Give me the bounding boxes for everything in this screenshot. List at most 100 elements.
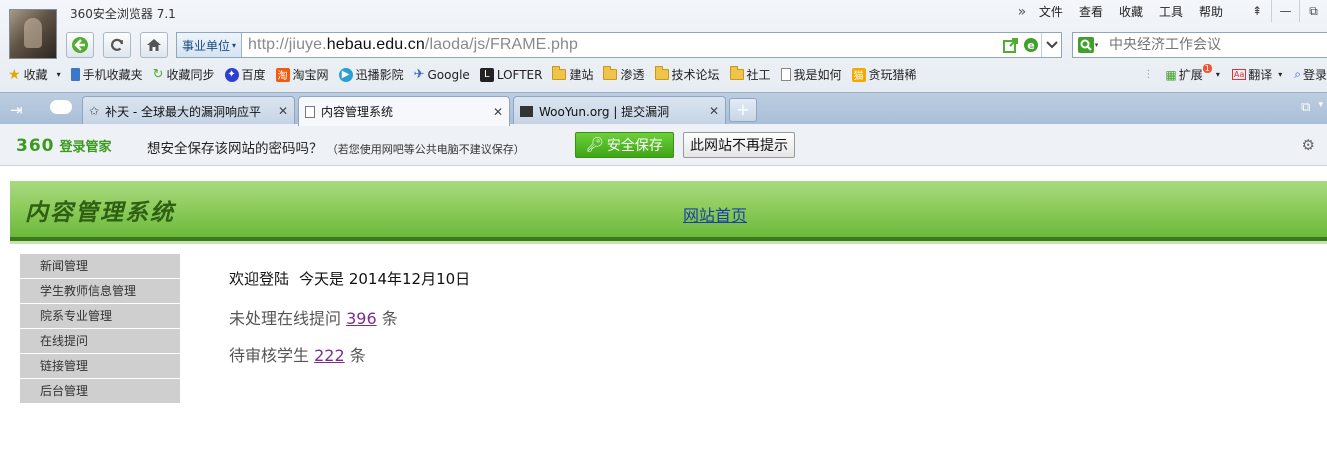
translate-button[interactable]: Aa 翻译 ▾ [1231, 66, 1282, 83]
login-search-icon: ⌕ [1294, 67, 1301, 81]
bookmark-folder-shentou[interactable]: 渗透 [603, 66, 645, 83]
close-icon[interactable]: ✕ [493, 105, 503, 119]
unit-label: 条 [381, 309, 398, 328]
menu-file[interactable]: 文件 [1031, 4, 1071, 20]
browser-chrome: 360安全浏览器 7.1 » 文件 查看 收藏 工具 帮助 ⇞ — ⧉ 事业单位… [0, 0, 1327, 126]
minimize-button[interactable]: — [1271, 0, 1299, 22]
login-button[interactable]: ⌕ 登录 [1294, 66, 1327, 83]
url-path: /laoda/js/FRAME.php [424, 36, 578, 53]
search-input[interactable] [1103, 37, 1303, 53]
menu-item-departments[interactable]: 院系专业管理 [20, 304, 180, 328]
bookmark-folder-jianzhan[interactable]: 建站 [552, 66, 593, 83]
refresh-button[interactable] [103, 32, 131, 58]
close-icon[interactable]: ✕ [278, 104, 288, 118]
extensions-label: 扩展 [1178, 68, 1203, 82]
tab-list-icon[interactable]: ⧉ [1301, 100, 1310, 115]
extensions-button[interactable]: ▦ 扩展 1 ▾ [1165, 64, 1220, 83]
window-controls: ⇞ — ⧉ [1243, 0, 1327, 22]
bookmark-lofter[interactable]: L LOFTER [479, 67, 542, 82]
welcome-text: 欢迎登陆 [229, 270, 290, 288]
page-icon [305, 105, 315, 118]
star-outline-icon: ✩ [89, 104, 100, 118]
user-avatar[interactable] [9, 9, 57, 59]
bookmark-google[interactable]: ✈ Google [414, 67, 470, 82]
arrow-left-icon [72, 37, 88, 53]
search-box[interactable]: ▾ [1072, 32, 1327, 58]
pending-questions-line: 未处理在线提问 396 条 [229, 305, 398, 329]
url-text[interactable]: http://jiuye.hebau.edu.cn/laoda/js/FRAME… [242, 36, 1003, 54]
menu-item-students-teachers[interactable]: 学生教师信息管理 [20, 279, 180, 303]
chevron-down-icon[interactable]: ▾ [1318, 100, 1323, 115]
sidebar-toggle-icon[interactable]: ⇥ [10, 101, 23, 119]
menu-bar: » 文件 查看 收藏 工具 帮助 [1013, 4, 1231, 20]
bookmark-label: 社工 [746, 68, 771, 82]
menu-favorites[interactable]: 收藏 [1111, 4, 1151, 20]
caret-down-icon: ▾ [1094, 41, 1099, 49]
site-type-label: 事业单位 [182, 38, 231, 53]
bookmark-sync[interactable]: ↻ 收藏同步 [153, 66, 215, 83]
bookmark-folder-shegong[interactable]: 社工 [729, 66, 771, 83]
pending-students-count[interactable]: 222 [314, 346, 345, 365]
bookmark-xunbo[interactable]: ▶ 迅播影院 [338, 66, 404, 83]
welcome-line: 欢迎登陆 今天是 2014年12月10日 [229, 268, 470, 289]
menu-help[interactable]: 帮助 [1191, 4, 1231, 20]
new-tab-button[interactable]: + [729, 98, 757, 122]
menu-tools[interactable]: 工具 [1151, 4, 1191, 20]
bookmark-label: 收藏同步 [166, 68, 215, 82]
bookmark-page[interactable]: 我是如何 [780, 66, 842, 83]
restore-button[interactable]: ⧉ [1299, 0, 1327, 22]
address-bar[interactable]: 事业单位 ▾ http://jiuye.hebau.edu.cn/laoda/j… [176, 32, 1062, 58]
bookmark-game[interactable]: 猫 贪玩猎稀 [851, 66, 917, 83]
menu-item-links[interactable]: 链接管理 [20, 354, 180, 378]
tab-butian[interactable]: ✩ 补天 - 全球最大的漏洞响应平 ✕ [82, 96, 295, 125]
search-engine-selector[interactable]: ▾ [1073, 37, 1103, 53]
save-password-button[interactable]: 🔑︎ 安全保存 [575, 132, 674, 158]
translate-label: 翻译 [1248, 68, 1273, 82]
menu-overflow-icon[interactable]: » [1013, 4, 1031, 20]
home-link[interactable]: 网站首页 [683, 202, 747, 226]
close-icon[interactable]: ✕ [709, 104, 719, 118]
address-dropdown-button[interactable] [1041, 33, 1061, 57]
extensions-badge: 1 [1202, 64, 1212, 73]
menu-view[interactable]: 查看 [1071, 4, 1111, 20]
key-icon: 🔑︎ [586, 137, 604, 153]
sync-icon: ↻ [152, 67, 164, 82]
tab-label: 内容管理系统 [321, 105, 394, 119]
ie-compat-icon[interactable]: e [1023, 37, 1039, 53]
bookmark-label: 手机收藏夹 [82, 68, 143, 82]
bookmark-favorites[interactable]: ★ 收藏 ▾ [8, 66, 61, 83]
bookmark-label: 渗透 [620, 68, 645, 82]
skin-icon[interactable]: ⇞ [1243, 0, 1271, 22]
browser-title: 360安全浏览器 7.1 [70, 7, 176, 21]
bookmark-mobile[interactable]: 手机收藏夹 [70, 66, 143, 83]
folder-icon [729, 66, 744, 80]
menu-item-admin[interactable]: 后台管理 [20, 379, 180, 403]
tab-strip: ⇥ ✩ 补天 - 全球最大的漏洞响应平 ✕ 内容管理系统 ✕ WooYun.or… [0, 92, 1327, 126]
tab-cms[interactable]: 内容管理系统 ✕ [298, 96, 510, 126]
menu-item-news[interactable]: 新闻管理 [20, 254, 180, 278]
cloud-icon[interactable] [50, 100, 72, 114]
gear-icon[interactable]: ⚙ [1302, 136, 1315, 154]
baidu-paw-icon: ✦ [224, 67, 239, 82]
pending-questions-count[interactable]: 396 [346, 309, 377, 328]
never-remind-button[interactable]: 此网站不再提示 [683, 132, 795, 158]
back-button[interactable] [66, 32, 94, 58]
toolbar-grip-icon: ⋮ [1143, 69, 1154, 80]
menu-item-online-questions[interactable]: 在线提问 [20, 329, 180, 353]
extensions-icon: ▦ [1165, 67, 1177, 82]
tab-wooyun[interactable]: WooYun.org | 提交漏洞 ✕ [513, 96, 726, 125]
site-type-dropdown[interactable]: 事业单位 ▾ [177, 33, 243, 57]
game-icon: 猫 [851, 67, 866, 82]
home-button[interactable] [140, 32, 168, 58]
star-folder-icon: ★ [8, 66, 21, 83]
current-date: 2014年12月10日 [348, 270, 471, 288]
password-prompt: 想安全保存该网站的密码吗？ （若您使用网吧等公共电脑不建议保存） [147, 137, 525, 157]
share-icon[interactable] [1003, 37, 1019, 53]
bookmark-taobao[interactable]: 淘 淘宝网 [275, 66, 329, 83]
folder-icon [552, 66, 567, 80]
pending-students-label: 待审核学生 [229, 346, 310, 365]
today-label: 今天是 [299, 270, 345, 288]
bookmark-baidu[interactable]: ✦ 百度 [224, 66, 266, 83]
pending-students-line: 待审核学生 222 条 [229, 342, 366, 366]
bookmark-folder-forum[interactable]: 技术论坛 [654, 66, 720, 83]
